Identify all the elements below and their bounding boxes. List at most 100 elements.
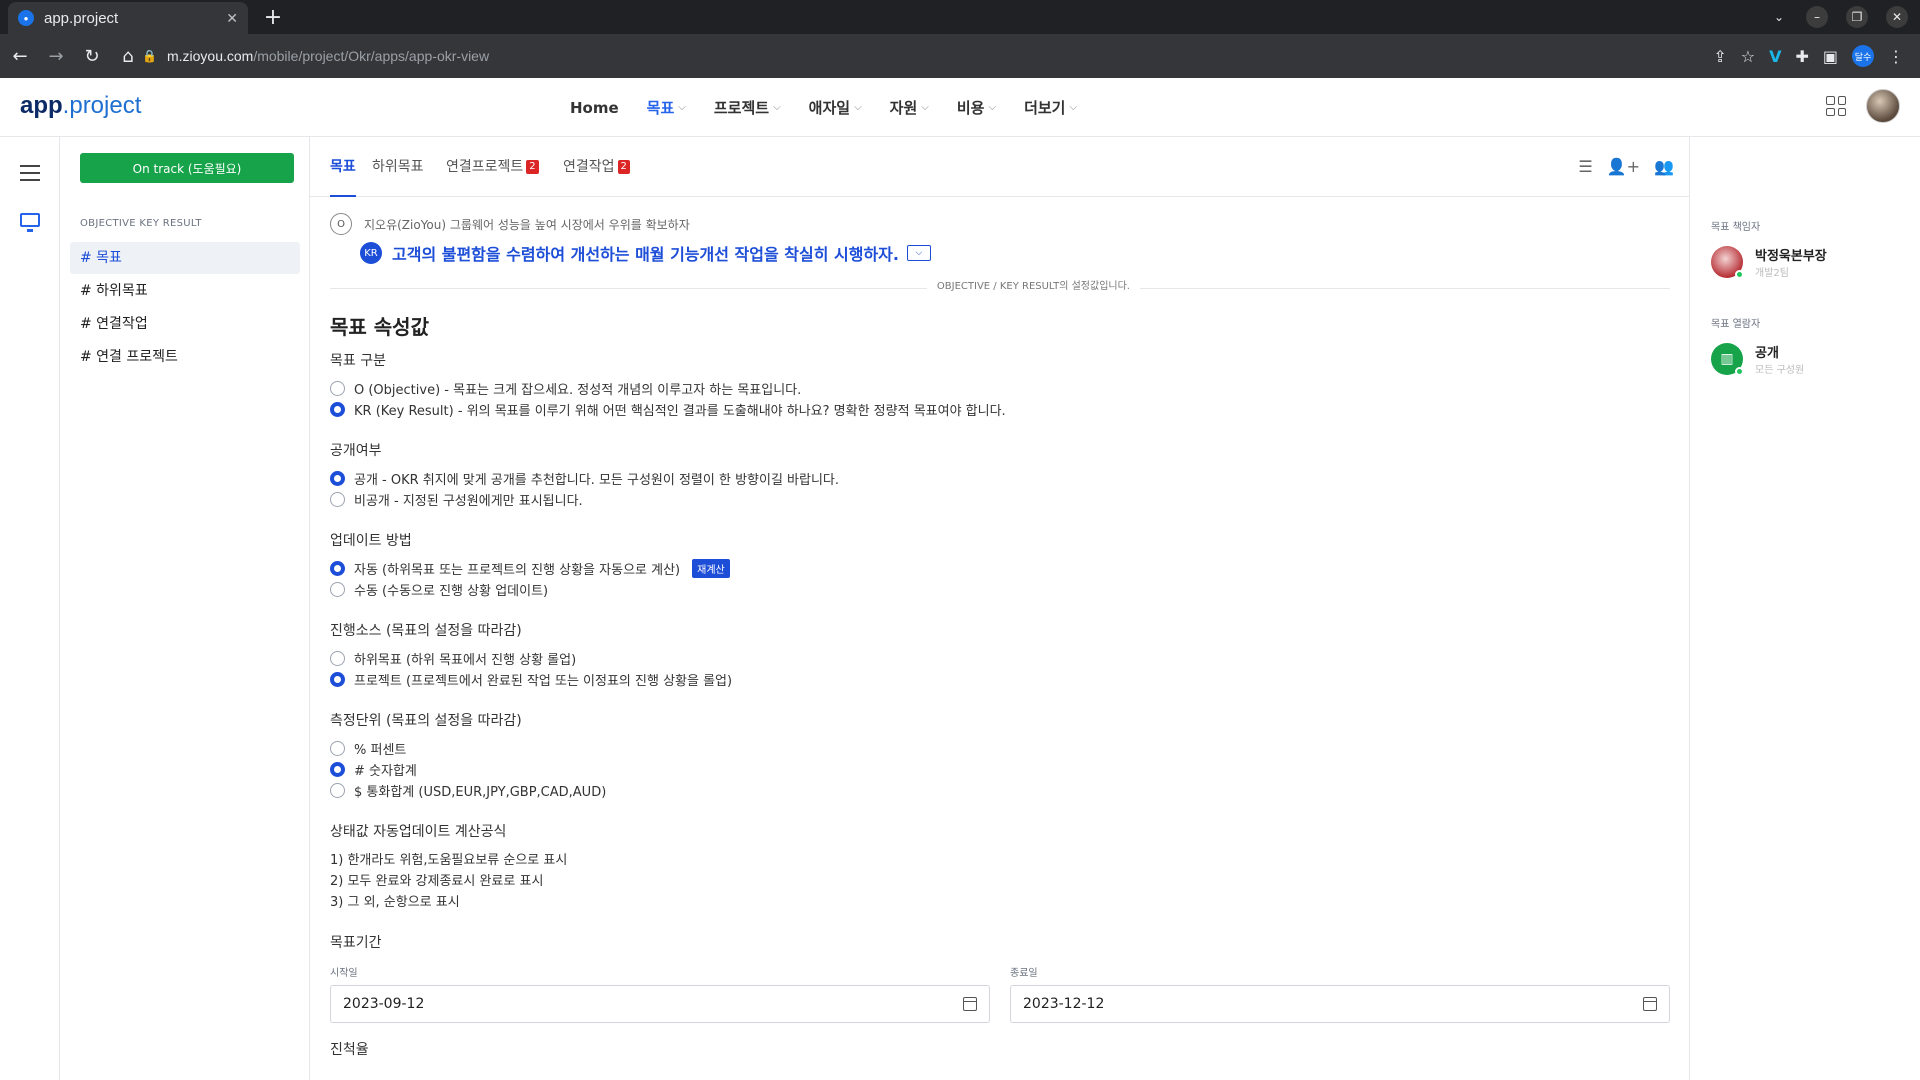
new-tab-button[interactable]: + <box>258 2 288 32</box>
address-bar[interactable]: 🔒 m.zioyou.com/mobile/project/Okr/apps/a… <box>142 34 489 78</box>
owner-card[interactable]: 박정욱본부장 개발2팀 <box>1711 245 1920 279</box>
group-label: 측정단위 (목표의 설정을 따라감) <box>330 713 522 729</box>
radio-button[interactable] <box>330 381 345 396</box>
extensions-icon[interactable]: ✚ <box>1795 47 1808 66</box>
radio-button-selected[interactable] <box>330 762 345 777</box>
forward-icon[interactable]: → <box>40 40 72 72</box>
radio-option[interactable]: $ 통화합계 (USD,EUR,JPY,GBP,CAD,AUD) <box>330 780 1670 801</box>
end-date-col: 종료일 2023-12-12 <box>1010 964 1670 1023</box>
status-button[interactable]: On track (도움필요) <box>80 153 294 183</box>
left-rail <box>0 137 60 1080</box>
radio-button[interactable] <box>330 741 345 756</box>
nav-more[interactable]: 더보기 ⌵ <box>1024 97 1077 118</box>
tab-search-icon[interactable]: ⌄ <box>1768 6 1790 28</box>
radio-button[interactable] <box>330 651 345 666</box>
list-icon[interactable]: ☰ <box>1578 157 1592 176</box>
radio-option[interactable]: 자동 (하위목표 또는 프로젝트의 진행 상황을 자동으로 계산) 재계산 <box>330 558 1670 579</box>
end-date-value: 2023-12-12 <box>1023 996 1105 1012</box>
nav-home[interactable]: Home <box>570 99 619 117</box>
sidebar-item-linked-projects[interactable]: # 연결 프로젝트 <box>70 341 300 373</box>
apps-grid-icon[interactable] <box>1826 96 1846 116</box>
calendar-icon[interactable] <box>963 997 977 1011</box>
add-user-icon[interactable]: 👤+ <box>1607 157 1640 176</box>
radio-button-selected[interactable] <box>330 561 345 576</box>
end-date-input[interactable]: 2023-12-12 <box>1010 985 1670 1023</box>
nav-goals[interactable]: 목표 ⌵ <box>647 97 686 118</box>
lock-icon: 🔒 <box>142 49 157 63</box>
radio-option[interactable]: O (Objective) - 목표는 크게 잡으세요. 정성적 개념의 이루고… <box>330 378 1670 399</box>
minimize-icon[interactable]: – <box>1806 6 1828 28</box>
radio-button[interactable] <box>330 582 345 597</box>
radio-option[interactable]: KR (Key Result) - 위의 목표를 이루기 위해 어떤 핵심적인 … <box>330 399 1670 420</box>
radio-option[interactable]: 수동 (수동으로 진행 상황 업데이트) <box>330 579 1670 600</box>
radio-button-selected[interactable] <box>330 471 345 486</box>
okr-sidebar: On track (도움필요) OBJECTIVE KEY RESULT # 목… <box>60 137 310 1080</box>
menu-kebab-icon[interactable]: ⋮ <box>1888 47 1904 66</box>
browser-tab[interactable]: ● app.project ✕ <box>8 2 248 34</box>
radio-button-selected[interactable] <box>330 672 345 687</box>
owner-heading: 목표 책임자 <box>1711 222 1761 233</box>
monitor-icon[interactable] <box>20 213 40 232</box>
objective-badge: O <box>330 213 352 235</box>
app-logo[interactable]: app.project <box>20 92 141 120</box>
viewer-sub: 모든 구성원 <box>1755 365 1805 376</box>
radio-option[interactable]: 공개 - OKR 취지에 맞게 공개를 추천합니다. 모든 구성원이 정렬이 한… <box>330 468 1670 489</box>
radio-button[interactable] <box>330 783 345 798</box>
count-badge: 2 <box>526 160 539 174</box>
back-icon[interactable]: ← <box>4 40 36 72</box>
sidebar-item-subgoal[interactable]: # 하위목표 <box>70 275 300 307</box>
radio-option[interactable]: % 퍼센트 <box>330 738 1670 759</box>
unit-group: 측정단위 (목표의 설정을 따라감) % 퍼센트 # 숫자합계 $ 통화합계 (… <box>330 710 1670 801</box>
objective-text[interactable]: 지오유(ZioYou) 그룹웨어 성능을 높여 시장에서 우위를 확보하자 <box>364 216 690 233</box>
close-window-icon[interactable]: ✕ <box>1886 6 1908 28</box>
radio-option[interactable]: 비공개 - 지정된 구성원에게만 표시됩니다. <box>330 489 1670 510</box>
viewer-name: 공개 <box>1755 346 1779 361</box>
radio-button[interactable] <box>330 492 345 507</box>
nav-costs[interactable]: 비용 ⌵ <box>957 97 996 118</box>
side-panel-icon[interactable]: ▣ <box>1823 47 1838 66</box>
key-result-row: KR 고객의 불편함을 수렴하여 개선하는 매월 기능개선 작업을 착실히 시행… <box>360 241 1670 265</box>
bookmark-star-icon[interactable]: ☆ <box>1741 47 1755 66</box>
url-host: m.zioyou.com <box>166 48 254 64</box>
viewer-card[interactable]: ▥ 공개 모든 구성원 <box>1711 342 1920 376</box>
recalculate-button[interactable]: 재계산 <box>692 559 730 578</box>
app-header: app.project Home 목표 ⌵ 프로젝트 ⌵ 애자일 ⌵ 자원 ⌵ 비용 ⌵ … <box>0 78 1920 137</box>
group-label: 공개여부 <box>330 443 382 459</box>
share-icon[interactable]: ⇪ <box>1713 47 1726 66</box>
nav-resources[interactable]: 자원 ⌵ <box>890 97 929 118</box>
online-status-dot <box>1735 367 1744 376</box>
tab-linked-projects[interactable]: 연결프로젝트 2 <box>446 137 539 197</box>
users-icon[interactable]: 👥 <box>1654 157 1674 176</box>
chevron-down-icon[interactable]: ⌵ <box>906 245 931 261</box>
radio-button-selected[interactable] <box>330 402 345 417</box>
profile-avatar[interactable]: 달수 <box>1852 45 1874 67</box>
sidebar-item-linked-tasks[interactable]: # 연결작업 <box>70 308 300 340</box>
sidebar-item-goal[interactable]: # 목표 <box>70 242 300 274</box>
window-buttons: – ❐ ✕ <box>1806 6 1908 28</box>
restore-icon[interactable]: ❐ <box>1846 6 1868 28</box>
start-date-input[interactable]: 2023-09-12 <box>330 985 990 1023</box>
radio-option[interactable]: 프로젝트 (프로젝트에서 완료된 작업 또는 이정표의 진행 상황을 롤업) <box>330 669 1670 690</box>
top-navigation: Home 목표 ⌵ 프로젝트 ⌵ 애자일 ⌵ 자원 ⌵ 비용 ⌵ 더보기 ⌵ <box>570 78 1077 137</box>
browser-tabstrip: ● app.project ✕ + ⌄ – ❐ ✕ <box>0 0 1920 34</box>
reload-icon[interactable]: ↻ <box>76 40 108 72</box>
count-badge: 2 <box>617 160 630 174</box>
nav-agile[interactable]: 애자일 ⌵ <box>809 97 862 118</box>
radio-option[interactable]: 하위목표 (하위 목표에서 진행 상황 롤업) <box>330 648 1670 669</box>
radio-option[interactable]: # 숫자합계 <box>330 759 1670 780</box>
calendar-icon[interactable] <box>1643 997 1657 1011</box>
book-icon: ▥ <box>1711 343 1744 376</box>
close-icon[interactable]: ✕ <box>226 10 238 27</box>
content-tabs: 목표 하위목표 연결프로젝트 2 연결작업 2 ☰ 👤+ 👥 <box>310 137 1690 197</box>
hamburger-menu-icon[interactable] <box>20 165 40 186</box>
vimeo-extension-icon[interactable]: V <box>1769 47 1781 66</box>
home-icon[interactable]: ⌂ <box>112 40 144 72</box>
user-avatar[interactable] <box>1866 89 1900 123</box>
objective-row: O 지오유(ZioYou) 그룹웨어 성능을 높여 시장에서 우위를 확보하자 <box>330 213 1670 235</box>
nav-projects[interactable]: 프로젝트 ⌵ <box>714 97 781 118</box>
tab-linked-tasks[interactable]: 연결작업 2 <box>563 137 630 197</box>
progress-group: 진척율 <box>330 1039 1670 1059</box>
tab-goal[interactable]: 목표 <box>330 137 356 197</box>
tab-subgoal[interactable]: 하위목표 <box>372 137 424 197</box>
group-label: 업데이트 방법 <box>330 533 412 549</box>
